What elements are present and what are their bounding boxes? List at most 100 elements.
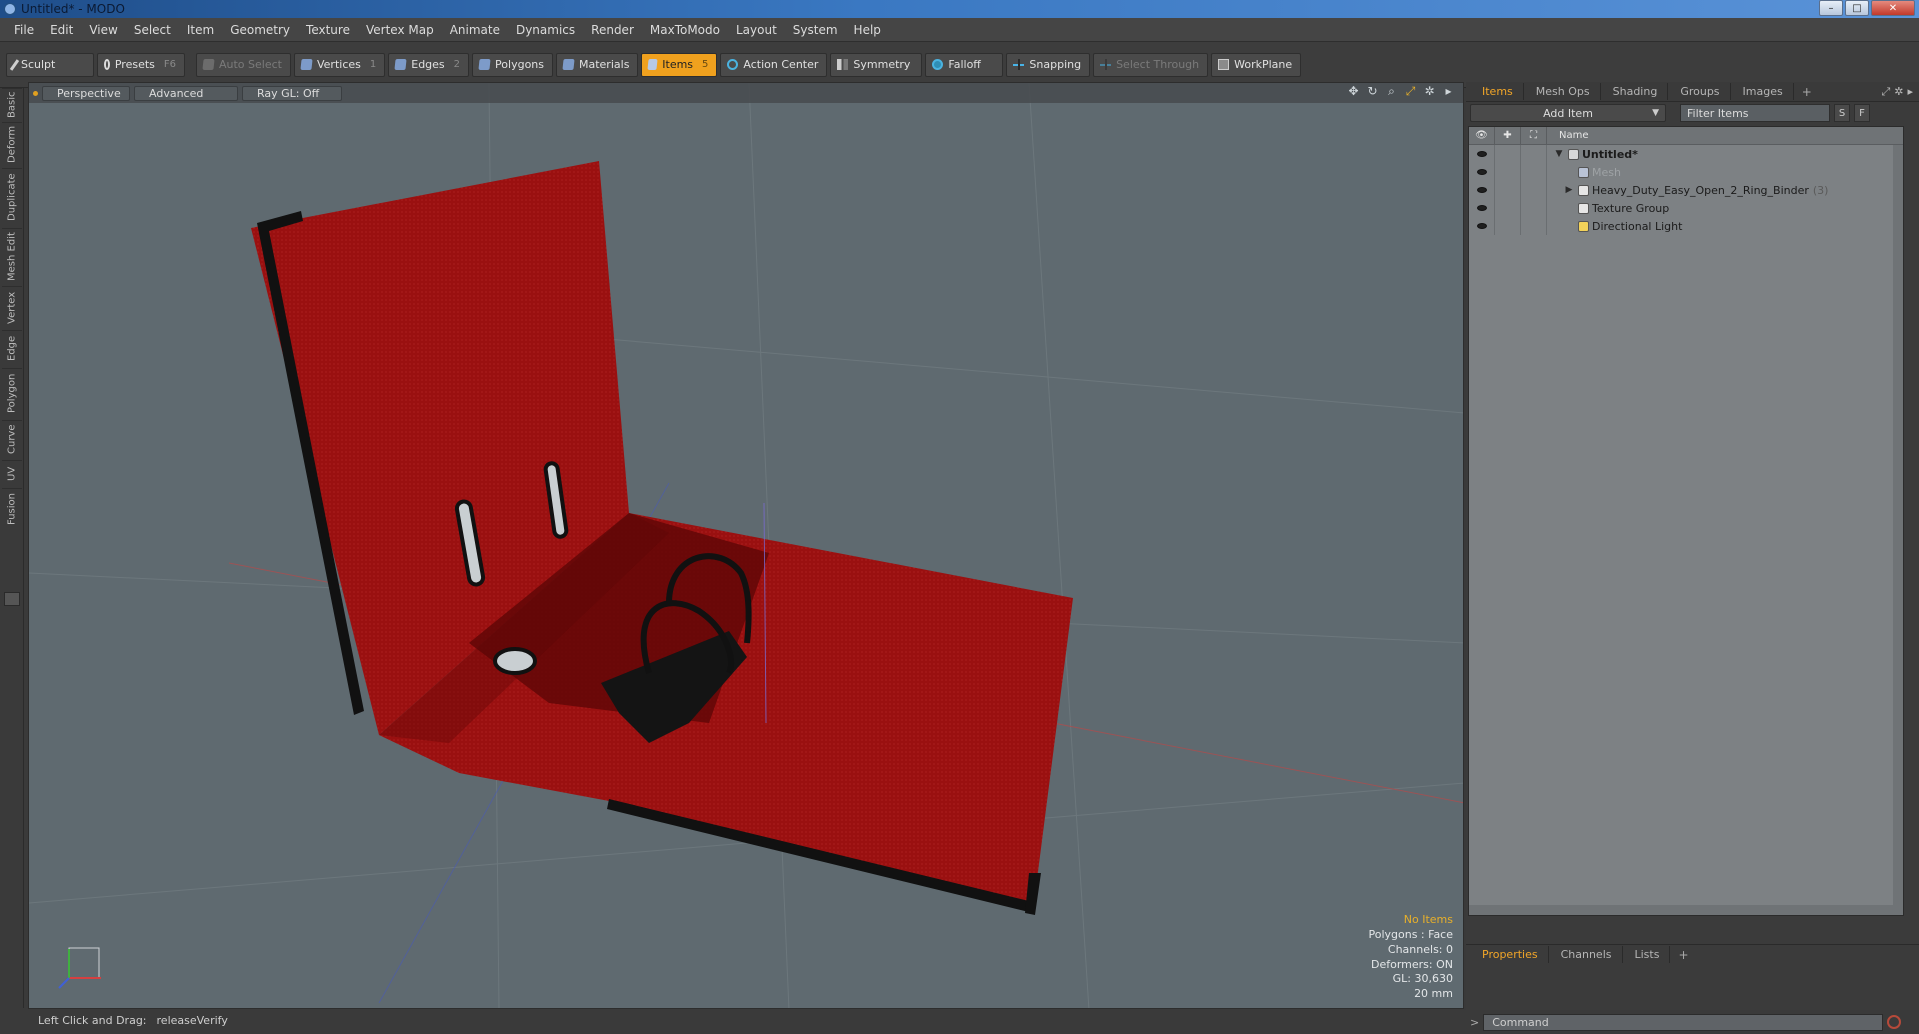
menu-system[interactable]: System [785,23,846,37]
tab-properties[interactable]: Properties [1472,946,1549,963]
presets-button[interactable]: Presets F6 [97,52,185,77]
tab-curve[interactable]: Curve [2,420,22,458]
menu-texture[interactable]: Texture [298,23,358,37]
viewport-expand-icon[interactable]: ▸ [1442,85,1455,98]
viewport-menu-dot[interactable] [33,90,38,96]
menu-item[interactable]: Item [179,23,222,37]
visibility-toggle[interactable] [1469,145,1495,163]
tree-vertical-scrollbar[interactable] [1893,145,1903,915]
move-view-icon[interactable]: ✥ [1347,85,1360,98]
lock-toggle[interactable] [1495,181,1521,199]
lock-toggle[interactable] [1495,199,1521,217]
menu-view[interactable]: View [81,23,125,37]
snapping-button[interactable]: Snapping [1006,52,1091,77]
tree-row[interactable]: ▶ Heavy_Duty_Easy_Open_2_Ring_Binder (3) [1469,181,1903,199]
menu-geometry[interactable]: Geometry [222,23,298,37]
visibility-toggle[interactable] [1469,181,1495,199]
tree-row[interactable]: ▼ Untitled* [1469,145,1903,163]
select-through-button[interactable]: Select Through [1093,52,1209,77]
s-toggle-button[interactable]: S [1834,104,1850,122]
materials-mode-button[interactable]: Materials [556,52,639,77]
vertices-mode-button[interactable]: Vertices 1 [293,52,386,77]
tree-row[interactable]: Mesh [1469,163,1903,181]
menu-vertex-map[interactable]: Vertex Map [358,23,442,37]
tab-images[interactable]: Images [1733,83,1794,100]
lock-column-icon[interactable]: ✚ [1495,127,1521,145]
tab-duplicate[interactable]: Duplicate [2,168,22,226]
tab-mesh-edit[interactable]: Mesh Edit [2,228,22,284]
tree-horizontal-scrollbar[interactable] [1469,905,1903,915]
tab-shading[interactable]: Shading [1603,83,1669,100]
minimize-button[interactable]: – [1819,0,1843,16]
rotate-view-icon[interactable]: ↻ [1366,85,1379,98]
polygons-mode-button[interactable]: Polygons [472,52,553,77]
edges-mode-button[interactable]: Edges 2 [388,52,470,77]
raygl-toggle[interactable]: Ray GL: Off [242,85,342,101]
fit-view-icon[interactable]: ⤢ [1404,85,1417,98]
menu-maxtomodo[interactable]: MaxToModo [642,23,728,37]
menu-edit[interactable]: Edit [42,23,81,37]
menu-help[interactable]: Help [846,23,889,37]
render-toggle[interactable] [1521,217,1547,235]
symmetry-button[interactable]: Symmetry [830,52,923,77]
render-toggle[interactable] [1521,145,1547,163]
tab-basic[interactable]: Basic [2,88,22,120]
panel-settings-icon[interactable]: ✲ [1894,85,1903,99]
render-toggle[interactable] [1521,199,1547,217]
tab-lists[interactable]: Lists [1625,946,1671,963]
lock-toggle[interactable] [1495,145,1521,163]
f-toggle-button[interactable]: F [1854,104,1870,122]
tab-fusion[interactable]: Fusion [2,488,22,530]
auto-select-button[interactable]: Auto Select [196,52,291,77]
view-mode-dropdown[interactable]: Perspective [42,85,130,101]
tab-groups[interactable]: Groups [1670,83,1731,100]
menu-select[interactable]: Select [126,23,179,37]
render-toggle[interactable] [1521,163,1547,181]
viewport-settings-icon[interactable]: ✲ [1423,85,1436,98]
zoom-view-icon[interactable]: ⌕ [1385,85,1398,98]
tab-polygon[interactable]: Polygon [2,368,22,418]
visibility-toggle[interactable] [1469,217,1495,235]
tab-uv[interactable]: UV [2,460,22,486]
add-props-tab-icon[interactable]: + [1672,948,1694,962]
menu-render[interactable]: Render [583,23,642,37]
falloff-button[interactable]: Falloff [925,52,1004,77]
render-column-icon[interactable]: ⛶ [1521,127,1547,145]
add-tab-icon[interactable]: + [1796,85,1818,99]
tab-vertex[interactable]: Vertex [2,286,22,328]
chevron-right-icon[interactable]: ▶ [1563,185,1575,195]
command-input[interactable] [1483,1013,1884,1031]
tab-items[interactable]: Items [1472,83,1524,100]
maximize-button[interactable]: □ [1845,0,1869,16]
tab-strip-toggle[interactable] [4,592,20,606]
menu-dynamics[interactable]: Dynamics [508,23,583,37]
name-column-header[interactable]: Name [1547,130,1589,141]
visibility-toggle[interactable] [1469,163,1495,181]
sculpt-button[interactable]: Sculpt [6,52,94,77]
menu-file[interactable]: File [6,23,42,37]
tree-row[interactable]: Directional Light [1469,217,1903,235]
panel-expand-icon[interactable]: ⤢ [1881,85,1890,99]
visibility-toggle[interactable] [1469,199,1495,217]
lock-toggle[interactable] [1495,163,1521,181]
action-center-button[interactable]: Action Center [720,52,828,77]
tab-mesh-ops[interactable]: Mesh Ops [1526,83,1601,100]
close-button[interactable]: ✕ [1871,0,1915,16]
menu-layout[interactable]: Layout [728,23,785,37]
add-item-button[interactable]: Add Item ▼ [1470,104,1666,122]
tab-edge[interactable]: Edge [2,330,22,366]
tab-deform[interactable]: Deform [2,122,22,166]
menu-animate[interactable]: Animate [442,23,508,37]
scene-canvas[interactable] [29,83,1464,1009]
lock-toggle[interactable] [1495,217,1521,235]
chevron-down-icon[interactable]: ▼ [1553,149,1565,159]
filter-items-input[interactable] [1680,104,1830,122]
shading-dropdown[interactable]: Advanced [134,85,238,101]
3d-viewport[interactable]: Perspective Advanced Ray GL: Off ✥ ↻ ⌕ ⤢… [28,82,1464,1009]
items-mode-button[interactable]: Items 5 [641,52,718,77]
visibility-column-icon[interactable]: 👁 [1469,127,1495,145]
render-toggle[interactable] [1521,181,1547,199]
workplane-button[interactable]: WorkPlane [1211,52,1302,77]
panel-menu-icon[interactable]: ▸ [1907,85,1913,99]
tree-row[interactable]: Texture Group [1469,199,1903,217]
